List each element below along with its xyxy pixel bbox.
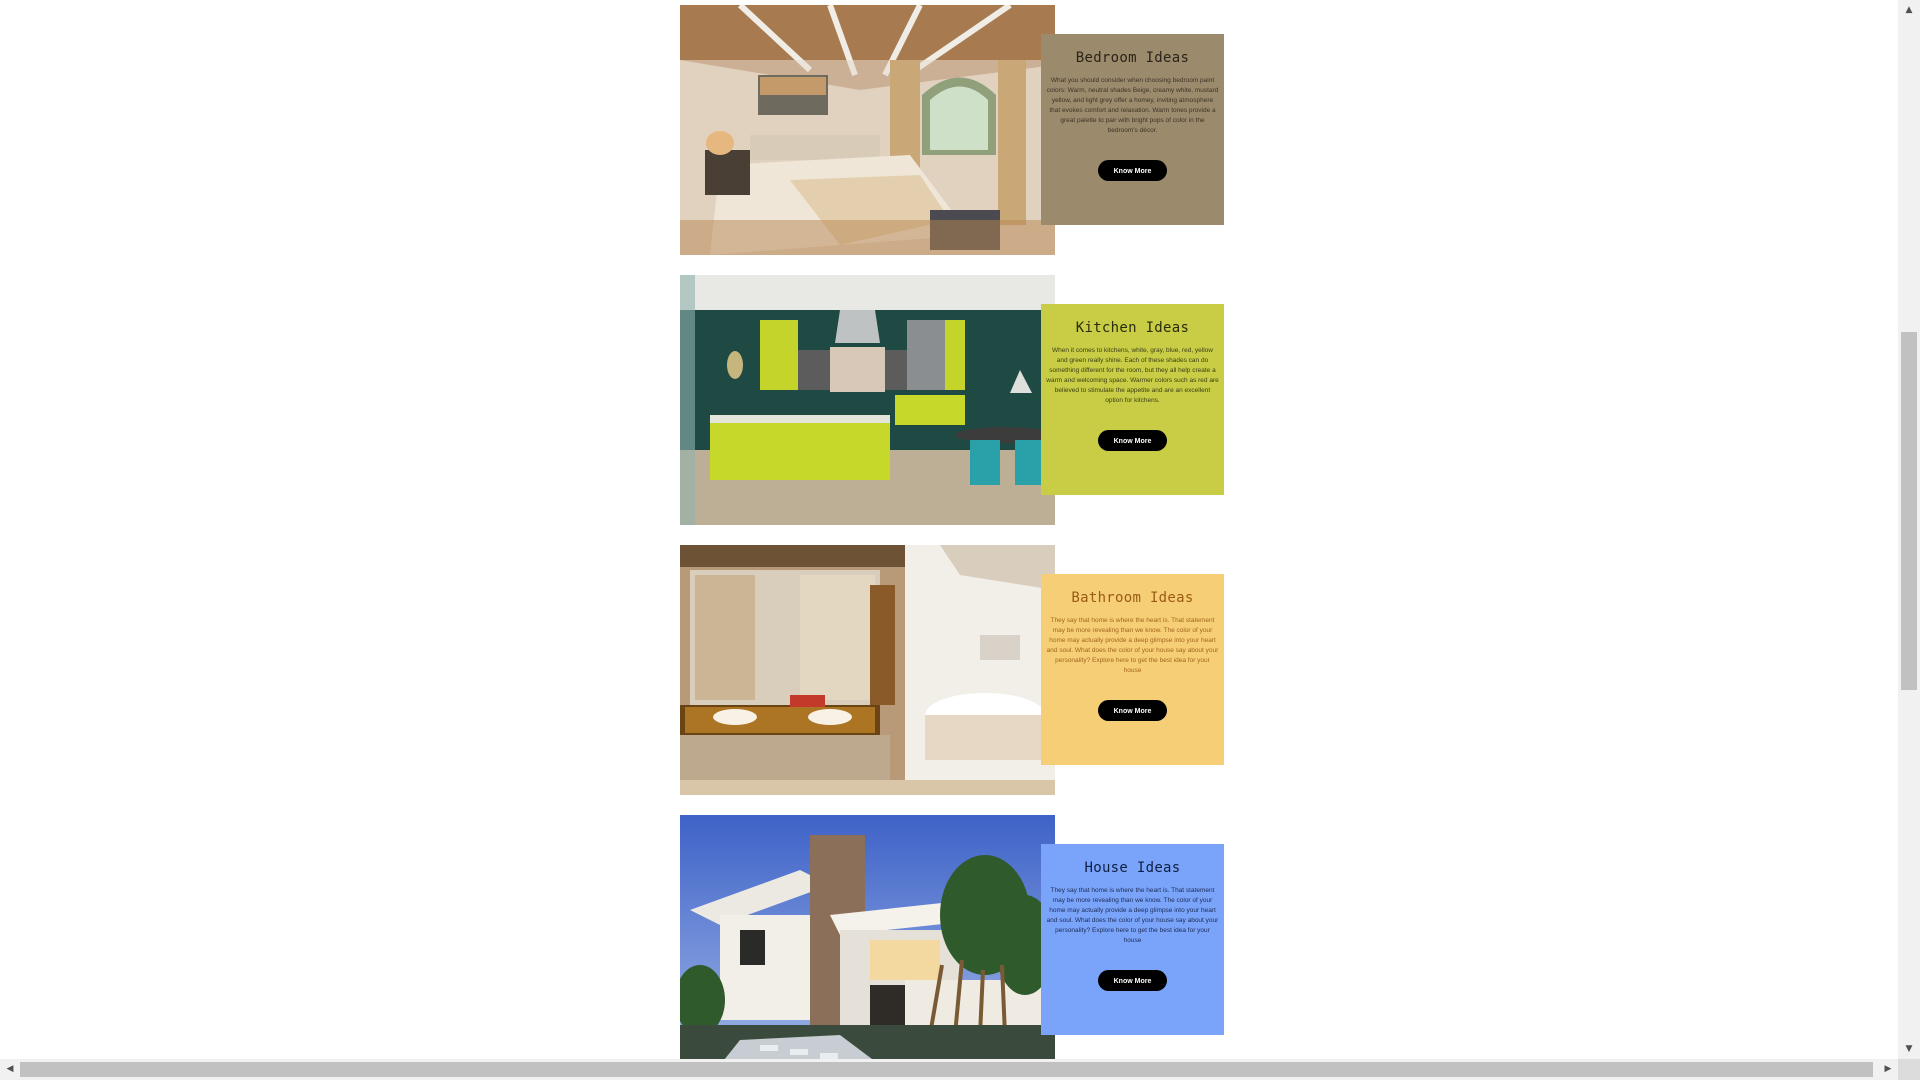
bathroom-description: They say that home is where the heart is… xyxy=(1046,617,1219,674)
kitchen-photo xyxy=(680,275,1055,525)
kitchen-card: Kitchen Ideas When it comes to kitchens,… xyxy=(680,275,1224,525)
bathroom-title: Bathroom Ideas xyxy=(1071,590,1194,606)
arrow-right-icon[interactable]: ▶ xyxy=(1878,1059,1898,1080)
house-photo xyxy=(680,815,1055,1059)
bathroom-photo xyxy=(680,545,1055,795)
house-title: House Ideas xyxy=(1084,860,1181,876)
bedroom-photo xyxy=(680,5,1055,255)
vertical-scroll-thumb[interactable] xyxy=(1901,332,1917,690)
bedroom-card: Bedroom Ideas What you should consider w… xyxy=(680,5,1224,255)
kitchen-know-more-button[interactable]: Know More xyxy=(1098,430,1167,451)
page-viewport: Bedroom Ideas What you should consider w… xyxy=(0,0,1898,1059)
house-card: House Ideas They say that home is where … xyxy=(680,815,1224,1059)
arrow-left-icon[interactable]: ◀ xyxy=(0,1059,20,1080)
house-info-panel: House Ideas They say that home is where … xyxy=(1041,844,1224,1035)
horizontal-scrollbar[interactable]: ◀ ▶ xyxy=(0,1059,1898,1080)
bathroom-know-more-button[interactable]: Know More xyxy=(1098,700,1167,721)
arrow-down-icon[interactable]: ▼ xyxy=(1898,1039,1920,1059)
kitchen-info-panel: Kitchen Ideas When it comes to kitchens,… xyxy=(1041,304,1224,495)
bathroom-card: Bathroom Ideas They say that home is whe… xyxy=(680,545,1224,795)
kitchen-description: When it comes to kitchens, white, gray, … xyxy=(1046,347,1219,404)
vertical-scrollbar[interactable]: ▲ ▼ xyxy=(1898,0,1920,1059)
house-know-more-button[interactable]: Know More xyxy=(1098,970,1167,991)
arrow-up-icon[interactable]: ▲ xyxy=(1898,0,1920,20)
house-description: They say that home is where the heart is… xyxy=(1046,887,1219,944)
scrollbar-corner xyxy=(1898,1059,1920,1080)
bedroom-know-more-button[interactable]: Know More xyxy=(1098,160,1167,181)
horizontal-scroll-thumb[interactable] xyxy=(20,1062,1873,1077)
bathroom-info-panel: Bathroom Ideas They say that home is whe… xyxy=(1041,574,1224,765)
bedroom-title: Bedroom Ideas xyxy=(1075,50,1190,66)
bedroom-info-panel: Bedroom Ideas What you should consider w… xyxy=(1041,34,1224,225)
kitchen-title: Kitchen Ideas xyxy=(1075,320,1190,336)
bedroom-description: What you should consider when choosing b… xyxy=(1046,77,1219,134)
